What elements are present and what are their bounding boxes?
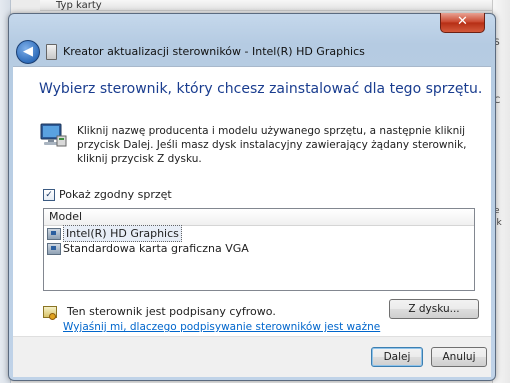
model-list[interactable]: Model Intel(R) HD Graphics Standardowa k…	[43, 208, 475, 291]
show-compatible-hardware[interactable]: ✓ Pokaż zgodny sprzęt	[43, 188, 172, 201]
model-item-label: Intel(R) HD Graphics	[63, 225, 182, 242]
page-heading: Wybierz sterownik, który chcesz zainstal…	[39, 81, 483, 97]
certificate-icon	[43, 305, 57, 320]
model-item-label: Standardowa karta graficzna VGA	[63, 242, 249, 255]
close-button[interactable]: ✕	[440, 13, 485, 33]
device-manager-icon	[46, 44, 57, 60]
driver-signature-status: Ten sterownik jest podpisany cyfrowo.	[43, 305, 276, 320]
model-item-standard-vga[interactable]: Standardowa karta graficzna VGA	[44, 241, 474, 256]
update-driver-wizard: ✕ ◀ Kreator aktualizacji sterowników - I…	[8, 13, 496, 381]
have-disk-button[interactable]: Z dysku...	[389, 299, 479, 319]
signed-text: Ten sterownik jest podpisany cyfrowo.	[67, 305, 276, 318]
wizard-title: Kreator aktualizacji sterowników - Intel…	[63, 45, 365, 58]
wizard-header: ◀ Kreator aktualizacji sterowników - Int…	[13, 36, 491, 66]
driver-signing-help-link[interactable]: Wyjaśnij mi, dlaczego podpisywanie stero…	[63, 321, 380, 333]
display-adapter-icon	[47, 242, 61, 255]
instructions-text: Kliknij nazwę producenta i modelu używan…	[77, 125, 467, 165]
wizard-footer: Dalej Anuluj	[13, 336, 491, 377]
model-item-intel-hd-graphics[interactable]: Intel(R) HD Graphics	[44, 225, 474, 242]
model-column-header[interactable]: Model	[44, 209, 474, 226]
wizard-content: Wybierz sterownik, który chcesz zainstal…	[13, 66, 491, 337]
show-compatible-checkbox[interactable]: ✓	[43, 188, 55, 201]
background-title-strip	[40, 0, 510, 11]
back-arrow-icon: ◀	[23, 44, 33, 59]
background-window-title: Typ karty	[56, 0, 102, 11]
back-button[interactable]: ◀	[16, 40, 40, 64]
display-adapter-icon	[47, 227, 61, 240]
cancel-button[interactable]: Anuluj	[431, 347, 487, 367]
next-button[interactable]: Dalej	[371, 347, 423, 367]
show-compatible-label: Pokaż zgodny sprzęt	[59, 188, 172, 201]
monitor-icon	[40, 123, 67, 147]
